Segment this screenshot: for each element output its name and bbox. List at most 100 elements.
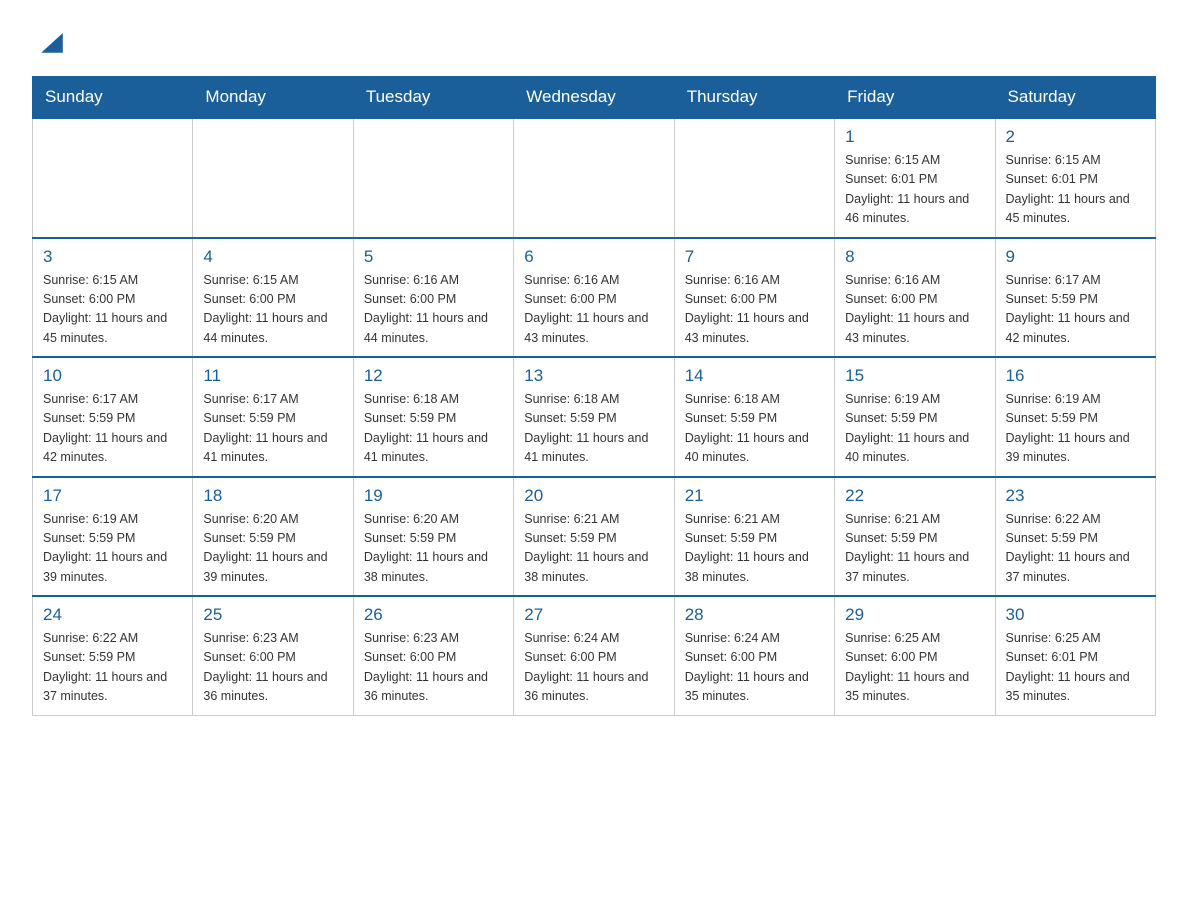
calendar-cell: 4 Sunrise: 6:15 AM Sunset: 6:00 PM Daylig… bbox=[193, 238, 353, 358]
calendar-cell bbox=[514, 118, 674, 238]
calendar-cell: 16 Sunrise: 6:19 AM Sunset: 5:59 PM Dayli… bbox=[995, 357, 1155, 477]
calendar-row-2: 3 Sunrise: 6:15 AM Sunset: 6:00 PM Daylig… bbox=[33, 238, 1156, 358]
weekday-header-tuesday: Tuesday bbox=[353, 77, 513, 119]
calendar-row-1: 1 Sunrise: 6:15 AM Sunset: 6:01 PM Daylig… bbox=[33, 118, 1156, 238]
day-info: Sunrise: 6:19 AM Sunset: 5:59 PM Dayligh… bbox=[1006, 390, 1145, 468]
calendar-cell: 18Sunrise: 6:20 AM Sunset: 5:59 PM Dayli… bbox=[193, 477, 353, 597]
calendar-row-4: 17 Sunrise: 6:19 AM Sunset: 5:59 PM Dayli… bbox=[33, 477, 1156, 597]
day-info: Sunrise: 6:16 AM Sunset: 6:00 PM Dayligh… bbox=[524, 271, 663, 349]
weekday-header-saturday: Saturday bbox=[995, 77, 1155, 119]
day-number: 25 bbox=[203, 605, 342, 625]
day-info: Sunrise: 6:22 AM Sunset: 5:59 PM Dayligh… bbox=[43, 629, 182, 707]
day-info: Sunrise: 6:17 AM Sunset: 5:59 PM Dayligh… bbox=[43, 390, 182, 468]
calendar-cell: 24 Sunrise: 6:22 AM Sunset: 5:59 PM Dayli… bbox=[33, 596, 193, 715]
day-info: Sunrise: 6:16 AM Sunset: 6:00 PM Dayligh… bbox=[845, 271, 984, 349]
day-number: 13 bbox=[524, 366, 663, 386]
calendar-cell: 6 Sunrise: 6:16 AM Sunset: 6:00 PM Daylig… bbox=[514, 238, 674, 358]
day-info: Sunrise: 6:16 AM Sunset: 6:00 PM Dayligh… bbox=[364, 271, 503, 349]
calendar-cell: 25 Sunrise: 6:23 AM Sunset: 6:00 PM Dayli… bbox=[193, 596, 353, 715]
day-number: 16 bbox=[1006, 366, 1145, 386]
day-number: 7 bbox=[685, 247, 824, 267]
day-number: 22 bbox=[845, 486, 984, 506]
calendar-cell: 21 Sunrise: 6:21 AM Sunset: 5:59 PM Dayli… bbox=[674, 477, 834, 597]
day-info: Sunrise: 6:21 AM Sunset: 5:59 PM Dayligh… bbox=[524, 510, 663, 588]
day-number: 17 bbox=[43, 486, 182, 506]
calendar-cell: 14 Sunrise: 6:18 AM Sunset: 5:59 PM Dayli… bbox=[674, 357, 834, 477]
calendar-cell: 13 Sunrise: 6:18 AM Sunset: 5:59 PM Dayli… bbox=[514, 357, 674, 477]
day-info: Sunrise: 6:15 AM Sunset: 6:01 PM Dayligh… bbox=[845, 151, 984, 229]
day-number: 4 bbox=[203, 247, 342, 267]
day-info: Sunrise: 6:21 AM Sunset: 5:59 PM Dayligh… bbox=[845, 510, 984, 588]
weekday-header-thursday: Thursday bbox=[674, 77, 834, 119]
calendar-cell bbox=[33, 118, 193, 238]
day-info: Sunrise: 6:22 AM Sunset: 5:59 PM Dayligh… bbox=[1006, 510, 1145, 588]
weekday-header-row: SundayMondayTuesdayWednesdayThursdayFrid… bbox=[33, 77, 1156, 119]
day-number: 29 bbox=[845, 605, 984, 625]
day-info: Sunrise: 6:19 AM Sunset: 5:59 PM Dayligh… bbox=[43, 510, 182, 588]
day-info: Sunrise: 6:15 AM Sunset: 6:00 PM Dayligh… bbox=[203, 271, 342, 349]
day-number: 6 bbox=[524, 247, 663, 267]
day-info: Sunrise: 6:18 AM Sunset: 5:59 PM Dayligh… bbox=[364, 390, 503, 468]
calendar-cell bbox=[353, 118, 513, 238]
day-info: Sunrise: 6:24 AM Sunset: 6:00 PM Dayligh… bbox=[685, 629, 824, 707]
day-number: 14 bbox=[685, 366, 824, 386]
day-info: Sunrise: 6:15 AM Sunset: 6:00 PM Dayligh… bbox=[43, 271, 182, 349]
calendar-cell: 22 Sunrise: 6:21 AM Sunset: 5:59 PM Dayli… bbox=[835, 477, 995, 597]
day-info: Sunrise: 6:17 AM Sunset: 5:59 PM Dayligh… bbox=[1006, 271, 1145, 349]
day-info: Sunrise: 6:17 AM Sunset: 5:59 PM Dayligh… bbox=[203, 390, 342, 468]
day-info: Sunrise: 6:18 AM Sunset: 5:59 PM Dayligh… bbox=[685, 390, 824, 468]
day-number: 2 bbox=[1006, 127, 1145, 147]
day-number: 11 bbox=[203, 366, 342, 386]
day-number: 5 bbox=[364, 247, 503, 267]
calendar-cell: 12Sunrise: 6:18 AM Sunset: 5:59 PM Dayli… bbox=[353, 357, 513, 477]
calendar-cell: 15 Sunrise: 6:19 AM Sunset: 5:59 PM Dayli… bbox=[835, 357, 995, 477]
day-info: Sunrise: 6:25 AM Sunset: 6:00 PM Dayligh… bbox=[845, 629, 984, 707]
day-number: 21 bbox=[685, 486, 824, 506]
day-number: 1 bbox=[845, 127, 984, 147]
day-info: Sunrise: 6:19 AM Sunset: 5:59 PM Dayligh… bbox=[845, 390, 984, 468]
day-info: Sunrise: 6:15 AM Sunset: 6:01 PM Dayligh… bbox=[1006, 151, 1145, 229]
day-info: Sunrise: 6:23 AM Sunset: 6:00 PM Dayligh… bbox=[203, 629, 342, 707]
day-info: Sunrise: 6:24 AM Sunset: 6:00 PM Dayligh… bbox=[524, 629, 663, 707]
calendar-cell: 8 Sunrise: 6:16 AM Sunset: 6:00 PM Daylig… bbox=[835, 238, 995, 358]
calendar-cell: 2 Sunrise: 6:15 AM Sunset: 6:01 PM Daylig… bbox=[995, 118, 1155, 238]
day-number: 15 bbox=[845, 366, 984, 386]
logo-triangle-icon bbox=[34, 24, 70, 60]
day-info: Sunrise: 6:25 AM Sunset: 6:01 PM Dayligh… bbox=[1006, 629, 1145, 707]
calendar-cell: 28 Sunrise: 6:24 AM Sunset: 6:00 PM Dayli… bbox=[674, 596, 834, 715]
calendar-cell: 23Sunrise: 6:22 AM Sunset: 5:59 PM Dayli… bbox=[995, 477, 1155, 597]
day-number: 9 bbox=[1006, 247, 1145, 267]
calendar-cell: 27Sunrise: 6:24 AM Sunset: 6:00 PM Dayli… bbox=[514, 596, 674, 715]
day-info: Sunrise: 6:16 AM Sunset: 6:00 PM Dayligh… bbox=[685, 271, 824, 349]
day-number: 26 bbox=[364, 605, 503, 625]
day-number: 8 bbox=[845, 247, 984, 267]
day-number: 28 bbox=[685, 605, 824, 625]
day-number: 24 bbox=[43, 605, 182, 625]
day-number: 30 bbox=[1006, 605, 1145, 625]
day-info: Sunrise: 6:18 AM Sunset: 5:59 PM Dayligh… bbox=[524, 390, 663, 468]
calendar-cell: 3 Sunrise: 6:15 AM Sunset: 6:00 PM Daylig… bbox=[33, 238, 193, 358]
day-number: 3 bbox=[43, 247, 182, 267]
calendar-cell bbox=[674, 118, 834, 238]
calendar-cell: 29 Sunrise: 6:25 AM Sunset: 6:00 PM Dayli… bbox=[835, 596, 995, 715]
day-number: 10 bbox=[43, 366, 182, 386]
calendar-row-5: 24 Sunrise: 6:22 AM Sunset: 5:59 PM Dayli… bbox=[33, 596, 1156, 715]
weekday-header-wednesday: Wednesday bbox=[514, 77, 674, 119]
calendar-cell bbox=[193, 118, 353, 238]
calendar-cell: 17 Sunrise: 6:19 AM Sunset: 5:59 PM Dayli… bbox=[33, 477, 193, 597]
day-info: Sunrise: 6:23 AM Sunset: 6:00 PM Dayligh… bbox=[364, 629, 503, 707]
logo bbox=[32, 24, 70, 56]
calendar-table: SundayMondayTuesdayWednesdayThursdayFrid… bbox=[32, 76, 1156, 716]
calendar-cell: 26 Sunrise: 6:23 AM Sunset: 6:00 PM Dayli… bbox=[353, 596, 513, 715]
calendar-cell: 19Sunrise: 6:20 AM Sunset: 5:59 PM Dayli… bbox=[353, 477, 513, 597]
calendar-cell: 7 Sunrise: 6:16 AM Sunset: 6:00 PM Daylig… bbox=[674, 238, 834, 358]
calendar-cell: 9 Sunrise: 6:17 AM Sunset: 5:59 PM Daylig… bbox=[995, 238, 1155, 358]
weekday-header-sunday: Sunday bbox=[33, 77, 193, 119]
calendar-cell: 5 Sunrise: 6:16 AM Sunset: 6:00 PM Daylig… bbox=[353, 238, 513, 358]
weekday-header-monday: Monday bbox=[193, 77, 353, 119]
page-header bbox=[32, 24, 1156, 56]
day-info: Sunrise: 6:21 AM Sunset: 5:59 PM Dayligh… bbox=[685, 510, 824, 588]
calendar-cell: 1 Sunrise: 6:15 AM Sunset: 6:01 PM Daylig… bbox=[835, 118, 995, 238]
day-number: 19 bbox=[364, 486, 503, 506]
day-number: 20 bbox=[524, 486, 663, 506]
